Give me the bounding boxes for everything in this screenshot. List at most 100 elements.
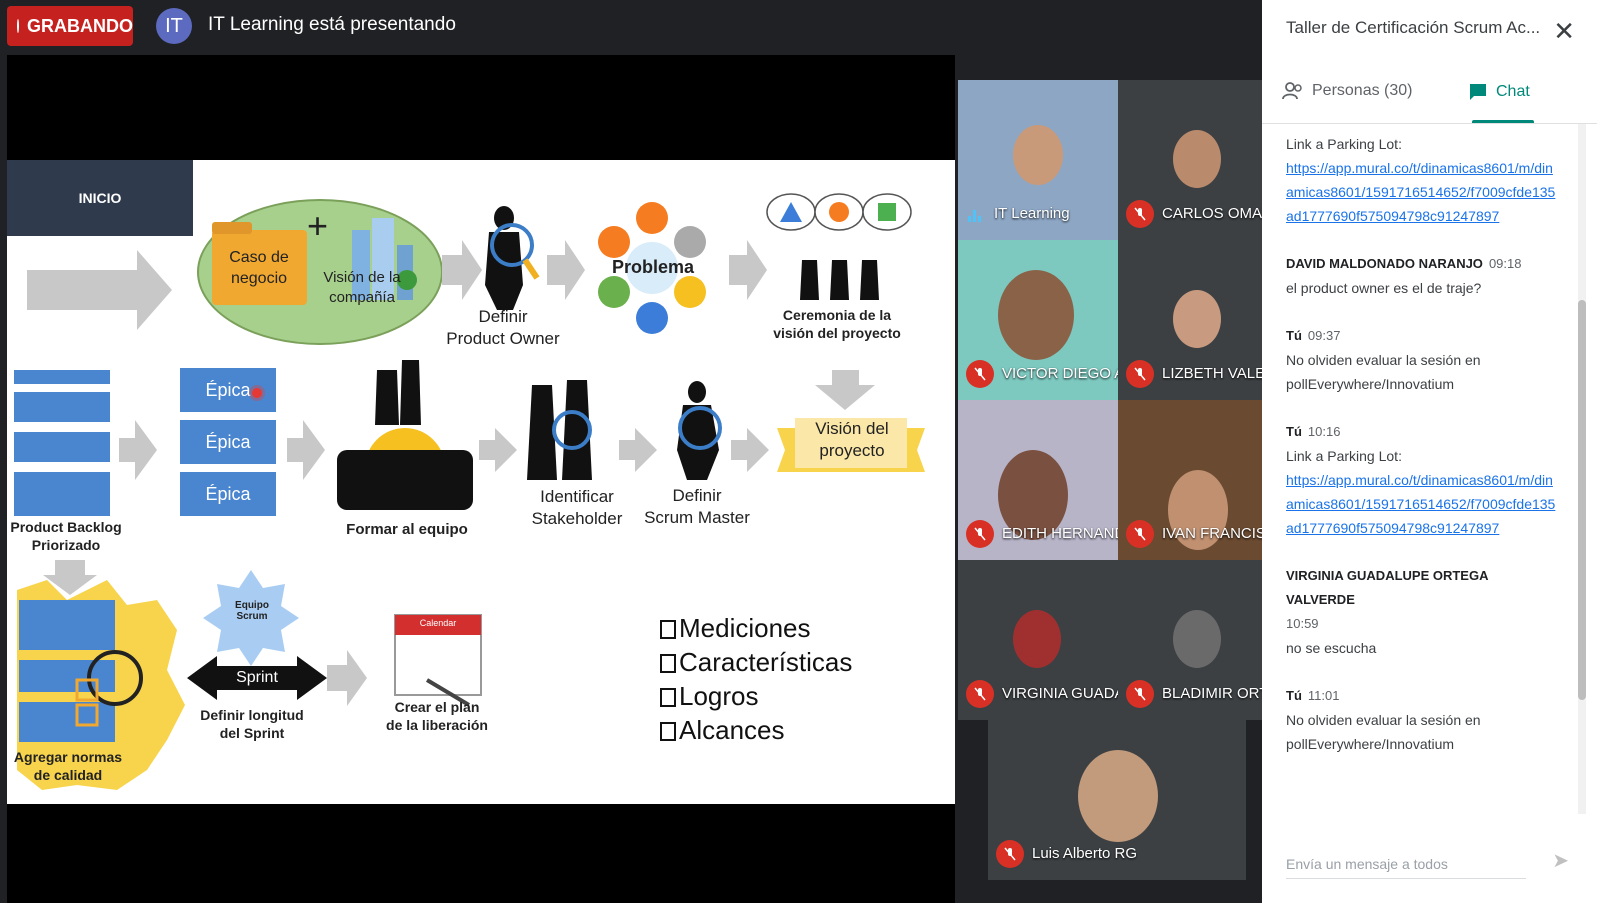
checkbox-icon [660, 722, 676, 741]
presentation-slide: INICIO + Caso de negocio Visión de la co… [7, 160, 955, 804]
label-definir-sm-line2: Scrum Master [644, 508, 750, 528]
message-link[interactable]: https://app.mural.co/t/dinamicas8601/m/d… [1286, 468, 1556, 540]
label-vision-compania: Visión de la compañía [323, 269, 401, 306]
participant-tile-9[interactable]: Luis Alberto RG [988, 720, 1246, 880]
mic-muted-icon [1126, 360, 1154, 388]
epica-3: Épica [180, 472, 276, 516]
participant-name: IVAN FRANCISC... [1162, 525, 1278, 542]
label-definir-sm: Definir Scrum Master [637, 485, 757, 529]
label-sprint: Sprint [236, 669, 278, 686]
participant-tile-5[interactable]: EDITH HERNAND... [958, 400, 1118, 560]
participant-name: LIZBETH VALEN... [1162, 365, 1278, 382]
label-definir-longitud-line1: Definir longitud [200, 707, 304, 723]
tab-people[interactable]: Personas (30) [1282, 82, 1413, 100]
message-sender: Tú 11:01 [1286, 684, 1556, 708]
backlog-bar-3 [14, 432, 110, 462]
message-time: 09:37 [1307, 328, 1341, 343]
chat-input[interactable]: Envía un mensaje a todos [1286, 856, 1448, 872]
avatar [1078, 750, 1158, 842]
label-crear-plan: Crear el plan de la liberación [367, 698, 507, 734]
sender-name: Tú [1286, 424, 1302, 439]
label-vision-proyecto-line1: Visión del [815, 419, 889, 438]
label-agregar-normas: Agregar normas de calidad [7, 748, 129, 784]
tab-chat[interactable]: Chat [1468, 82, 1530, 102]
checkbox-icon [660, 620, 676, 639]
participant-video [998, 270, 1074, 360]
chat-message: Tú 09:37 No olviden evaluar la sesión en … [1286, 324, 1556, 396]
message-text: No olviden evaluar la sesión en pollEver… [1286, 352, 1481, 392]
message-link[interactable]: https://app.mural.co/t/dinamicas8601/m/d… [1286, 156, 1556, 228]
message-text: Link a Parking Lot: [1286, 448, 1402, 464]
message-sender: VIRGINIA GUADALUPE ORTEGA VALVERDE [1286, 568, 1488, 607]
side-panel: Taller de Certificación Scrum Ac... ✕ Pe… [1262, 0, 1597, 903]
mic-muted-icon [966, 680, 994, 708]
message-time: 11:01 [1307, 688, 1340, 703]
participant-tile-3[interactable]: VICTOR DIEGO A... [958, 240, 1118, 400]
message-sender: DAVID MALDONADO NARANJO 09:18 [1286, 252, 1556, 276]
participant-tile-2[interactable]: CARLOS OMAR ... [1118, 80, 1278, 240]
message-text: No olviden evaluar la sesión en pollEver… [1286, 712, 1481, 752]
label-caso-negocio: Caso de negocio [229, 249, 289, 287]
label-product-backlog-line1: Product Backlog [10, 519, 122, 535]
avatar [1173, 290, 1221, 348]
label-definir-longitud-line2: del Sprint [219, 725, 285, 742]
label-definir-po-line2: Product Owner [446, 329, 560, 349]
participant-name: EDITH HERNAND... [1002, 525, 1118, 542]
label-definir-longitud: Definir longitud del Sprint [187, 706, 317, 742]
chat-message: Link a Parking Lot: https://app.mural.co… [1286, 132, 1556, 228]
label-definir-po-line1: Definir [478, 307, 528, 326]
message-text: Link a Parking Lot: [1286, 136, 1402, 152]
mic-muted-icon [966, 360, 994, 388]
recording-badge: GRABANDO [7, 6, 133, 46]
backlog-bar-4 [14, 472, 110, 516]
participant-name: Luis Alberto RG [1032, 845, 1138, 862]
participant-tile-7[interactable]: VIRGINIA GUADA... [958, 560, 1118, 720]
participant-tile-8[interactable]: BLADIMIR ORTE... [1118, 560, 1278, 720]
message-text: el product owner es el de traje? [1286, 280, 1482, 296]
message-text: no se escucha [1286, 640, 1377, 656]
label-crear-plan-line2: de la liberación [386, 717, 488, 734]
message-sender: Tú 09:37 [1286, 324, 1556, 348]
label-calendar: Calendar [419, 618, 457, 628]
label-vision-proyecto-line2: proyecto [819, 441, 885, 461]
sender-name: Tú [1286, 688, 1302, 703]
chat-input-underline [1286, 878, 1526, 879]
participant-tile-4[interactable]: LIZBETH VALEN... [1118, 240, 1278, 400]
checklist-item-mediciones: Mediciones [660, 613, 811, 644]
participant-name: VICTOR DIEGO A... [1002, 365, 1118, 382]
send-icon[interactable]: ➤ [1552, 848, 1569, 873]
svg-text:+: + [307, 205, 328, 246]
sender-name: Tú [1286, 328, 1302, 343]
tab-chat-label: Chat [1496, 83, 1530, 100]
checklist-item-alcances: Alcances [660, 715, 785, 746]
label-equipo-scrum-line1: Equipo [235, 600, 269, 611]
avatar [1173, 130, 1221, 188]
label-ceremonia-line1: Ceremonia de la [782, 307, 892, 323]
participant-name: CARLOS OMAR ... [1162, 205, 1278, 222]
presenter-status: IT Learning está presentando [208, 14, 456, 35]
checklist-label: Logros [679, 681, 759, 711]
label-vision-proyecto: Visión del proyecto [797, 418, 907, 462]
participant-tile-1[interactable]: IT Learning [958, 80, 1118, 240]
label-identificar-line1: Identificar [540, 487, 614, 506]
participant-tile-6[interactable]: IVAN FRANCISC... [1118, 400, 1278, 560]
recording-label: GRABANDO [27, 15, 133, 36]
chat-messages[interactable]: Link a Parking Lot: https://app.mural.co… [1286, 124, 1556, 824]
label-equipo-scrum-line2: Scrum [236, 611, 268, 622]
label-product-backlog-line2: Priorizado [31, 537, 101, 554]
label-product-backlog: Product Backlog Priorizado [7, 518, 125, 554]
checklist-item-logros: Logros [660, 681, 759, 712]
label-problema: Problema [612, 257, 695, 277]
close-icon[interactable]: ✕ [1553, 16, 1575, 47]
label-identificar-line2: Stakeholder [531, 509, 623, 529]
participant-video [1013, 125, 1063, 185]
checkbox-icon [660, 654, 676, 673]
tab-people-label: Personas (30) [1312, 82, 1413, 99]
chat-message: Tú 11:01 No olviden evaluar la sesión en … [1286, 684, 1556, 756]
participant-name: VIRGINIA GUADA... [1002, 685, 1118, 702]
checklist-label: Características [679, 647, 853, 677]
mic-muted-icon [966, 520, 994, 548]
checkbox-icon [660, 688, 676, 707]
epica-1: Épica [180, 368, 276, 412]
chat-scrollbar-thumb[interactable] [1578, 300, 1586, 700]
